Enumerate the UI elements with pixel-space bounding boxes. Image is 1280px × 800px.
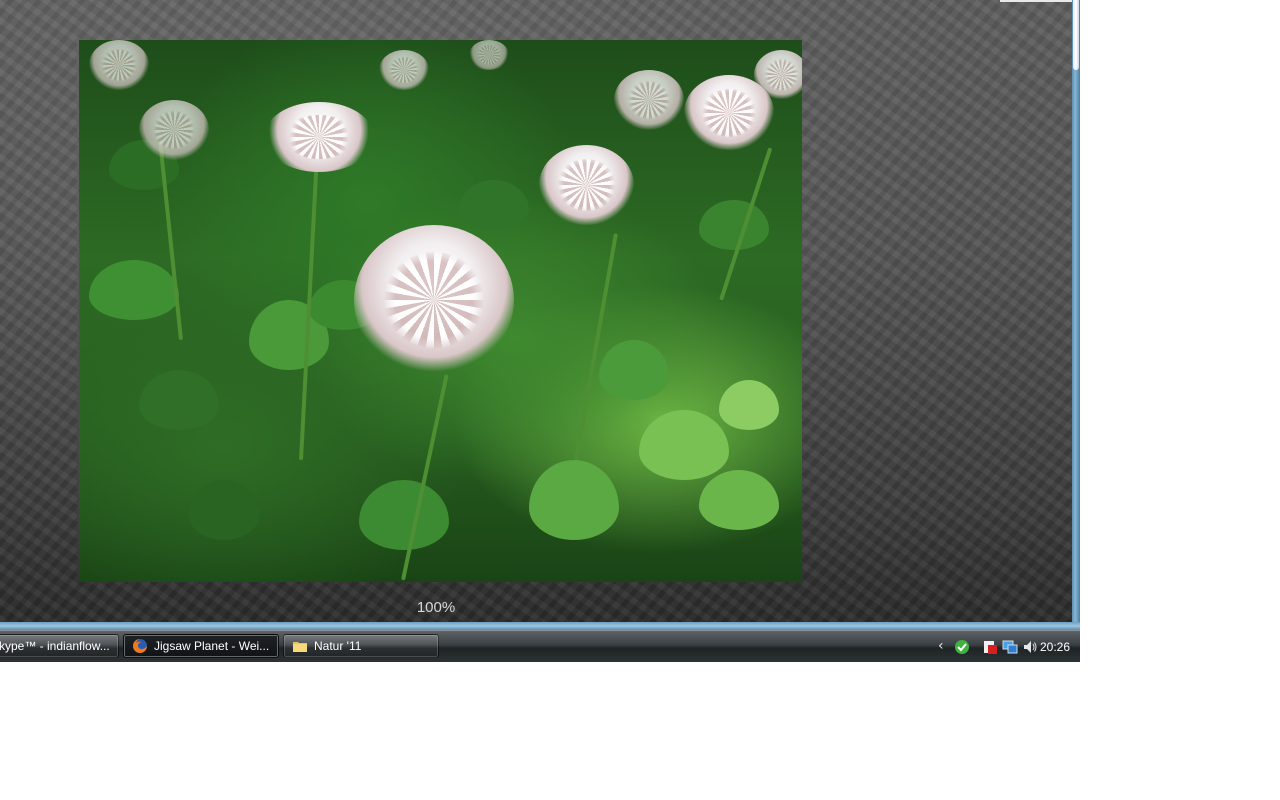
clover-flower — [264, 102, 374, 172]
chevron-left-icon[interactable]: ‹ — [938, 638, 944, 654]
firefox-icon — [132, 638, 148, 654]
clock[interactable]: 20:26 — [1040, 640, 1070, 654]
puzzle-image[interactable] — [79, 40, 802, 582]
clover-leaf — [189, 480, 259, 540]
folder-icon — [292, 638, 308, 654]
taskbar-button-skype[interactable]: kype™ - indianflow... — [0, 634, 119, 658]
clover-flower — [469, 40, 509, 70]
scrollbar-thumb[interactable] — [1073, 0, 1079, 70]
network-icon[interactable] — [1002, 639, 1018, 655]
checkmark-shield-icon[interactable] — [954, 639, 970, 655]
taskbar: kype™ - indianflow... Jigsaw Planet - We… — [0, 630, 1080, 662]
flower-stem — [401, 374, 449, 581]
clover-flower — [89, 40, 149, 90]
clover-leaf — [139, 370, 219, 430]
window-right-border — [1072, 0, 1080, 630]
taskbar-button-firefox[interactable]: Jigsaw Planet - Wei... — [123, 634, 279, 658]
clover-flower — [139, 100, 209, 160]
clover-leaf — [359, 480, 449, 550]
clover-leaf — [699, 470, 779, 530]
clover-leaf — [599, 340, 669, 400]
taskbar-button-folder[interactable]: Natur '11 — [283, 634, 439, 658]
taskbar-button-label: kype™ - indianflow... — [0, 639, 110, 653]
security-icon[interactable] — [982, 639, 998, 655]
clover-leaf — [529, 460, 619, 540]
clover-flower — [379, 50, 429, 90]
system-tray — [954, 631, 1042, 662]
flower-stem — [574, 233, 618, 461]
taskbar-button-label: Jigsaw Planet - Wei... — [154, 639, 270, 653]
clover-flower — [614, 70, 684, 130]
taskbar-button-label: Natur '11 — [314, 639, 362, 653]
volume-icon[interactable] — [1022, 639, 1038, 655]
clover-flower-large — [354, 225, 514, 375]
clover-leaf — [89, 260, 179, 320]
clover-flower — [539, 145, 634, 225]
puzzle-stage[interactable]: 100% — [0, 0, 1072, 622]
window-bottom-border — [0, 622, 1080, 630]
clover-leaf — [639, 410, 729, 480]
zoom-level: 100% — [416, 599, 456, 616]
clover-leaf — [719, 380, 779, 430]
clover-leaf — [699, 200, 769, 250]
clover-leaf — [459, 180, 529, 230]
stage-top-strip — [1000, 0, 1072, 2]
clover-flower — [754, 50, 802, 100]
